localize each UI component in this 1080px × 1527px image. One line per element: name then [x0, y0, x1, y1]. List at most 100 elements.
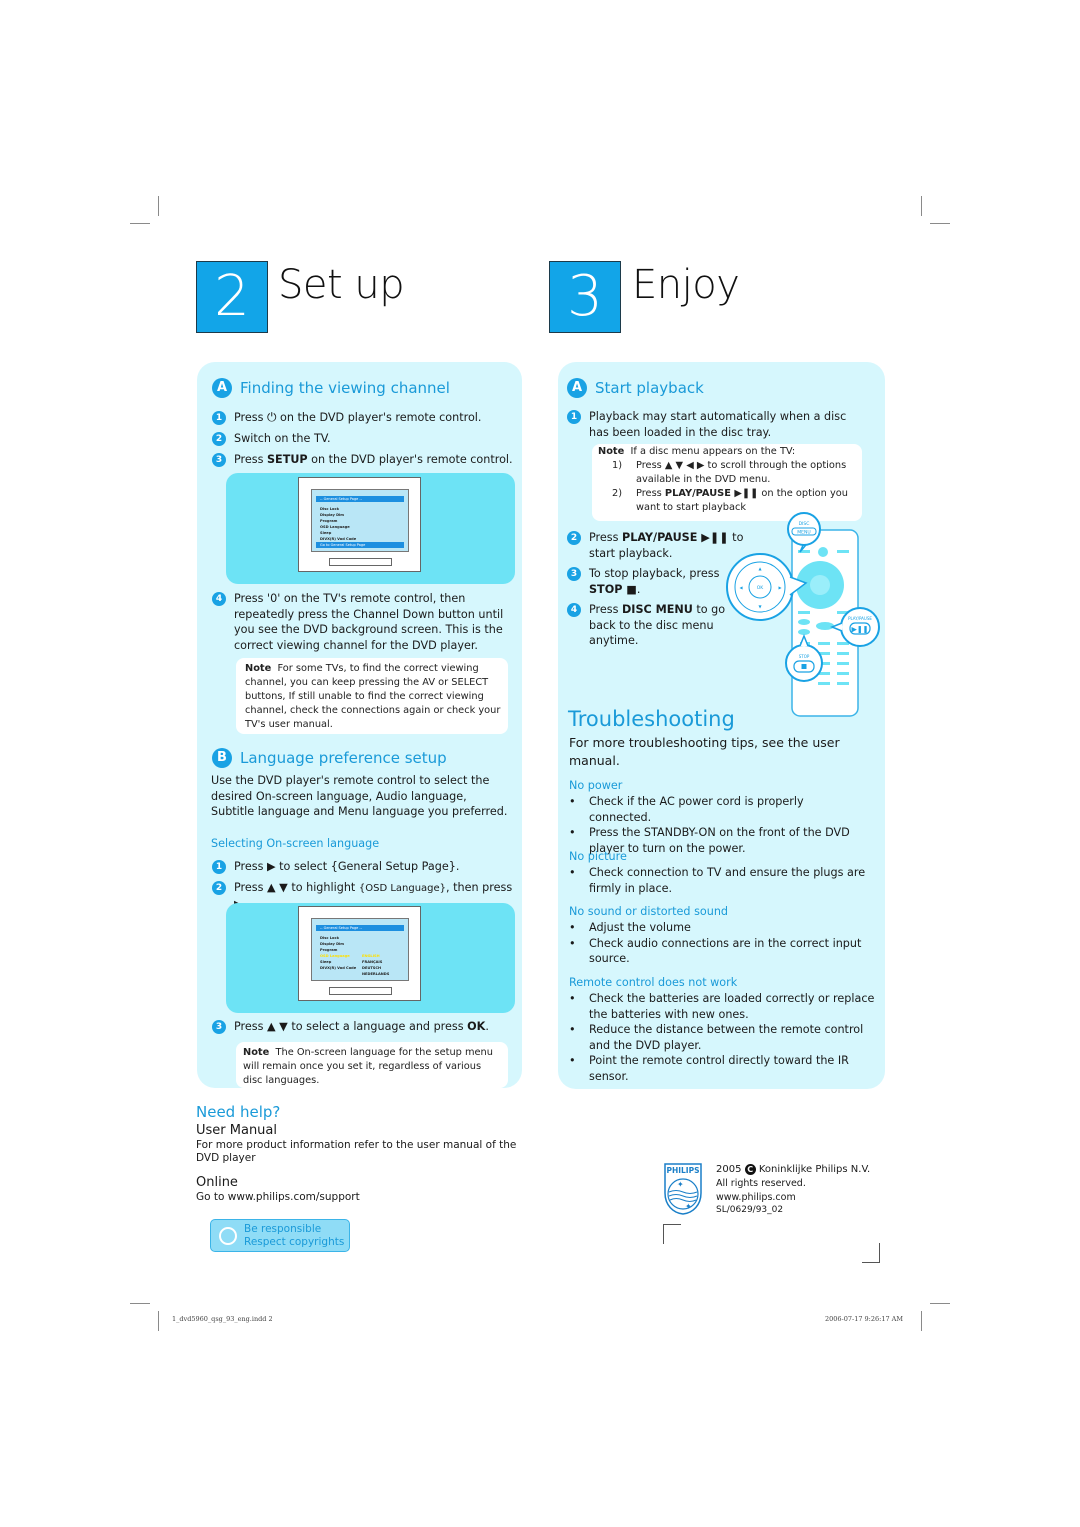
- philips-logo: PHILIPS ✦ ✦: [663, 1163, 703, 1215]
- tv-screen-header: -- General Setup Page --: [316, 925, 404, 931]
- note-text: For some TVs, to find the correct viewin…: [245, 663, 501, 730]
- tv-illustration: -- General Setup Page -- Disc Lock Displ…: [298, 906, 421, 1001]
- stop-icon: [801, 664, 807, 669]
- trouble-heading-no-picture: No picture: [569, 850, 627, 863]
- step-text: To stop playback, press STOP ■.: [589, 567, 720, 596]
- trouble-item: Check connection to TV and ensure the pl…: [567, 865, 867, 896]
- crop-mark: [130, 1303, 150, 1304]
- section-title-enjoy: Enjoy: [632, 262, 740, 308]
- copyright-icon: C: [744, 1164, 756, 1175]
- troubleshooting-intro: For more troubleshooting tips, see the u…: [569, 735, 840, 768]
- nav-ok-label: OK: [757, 585, 765, 591]
- note-label: Note: [243, 1047, 270, 1058]
- help-online-heading: Online: [196, 1175, 238, 1190]
- step-text: Switch on the TV.: [234, 432, 331, 445]
- note-text: The On-screen language for the setup men…: [243, 1047, 493, 1086]
- language-step-3: 3 Press ▲ ▼ to select a language and pre…: [212, 1019, 522, 1035]
- tv-menu-item: Sleep: [320, 960, 332, 964]
- step-text: Press DISC MENU to go back to the disc m…: [589, 603, 726, 647]
- crop-mark: [158, 1311, 159, 1331]
- crop-mark: [930, 1303, 950, 1304]
- philips-shield-icon: PHILIPS ✦ ✦: [664, 1163, 702, 1215]
- remote-button: [837, 550, 849, 553]
- remote-top-button: [818, 547, 828, 557]
- note-onscreen-language: Note The On-screen language for the setu…: [236, 1042, 508, 1088]
- subheading-text: Language preference setup: [240, 749, 447, 767]
- tv-menu-item: Program: [320, 519, 338, 523]
- step-text: Press '0' on the TV's remote control, th…: [234, 592, 504, 652]
- crop-mark: [158, 196, 159, 216]
- help-online-text: Go to www.philips.com/support: [196, 1191, 360, 1203]
- tv-menu-item: Display Dim: [320, 942, 345, 946]
- section-title-setup: Set up: [278, 262, 405, 308]
- svg-text:PHILIPS: PHILIPS: [666, 1166, 699, 1175]
- print-timestamp: 2006-07-17 9:26:17 AM: [825, 1315, 904, 1323]
- crop-mark: [663, 1224, 681, 1225]
- tv-option: NEDERLANDS: [362, 972, 390, 976]
- tv-menu-item: Disc Lock: [320, 507, 340, 511]
- language-step-1: 1 Press ▶ to select {General Setup Page}…: [212, 859, 522, 875]
- tv-menu-item: DIVX(R) Vod Code: [320, 537, 357, 541]
- tv-stand: [329, 987, 392, 995]
- svg-text:✦: ✦: [677, 1180, 684, 1189]
- copyright-line-2: All rights reserved.: [716, 1178, 806, 1189]
- setup-step-3: 3 Press SETUP on the DVD player's remote…: [212, 452, 522, 468]
- tv-option-selected: ENGLISH: [362, 954, 380, 958]
- playback-step-1: 1 Playback may start automatically when …: [567, 409, 857, 440]
- crop-mark: [921, 1311, 922, 1331]
- subheading-finding-channel: A Finding the viewing channel: [212, 378, 450, 398]
- note-item: 1) Press ▲ ▼ ◀ ▶ to scroll through the o…: [612, 460, 847, 485]
- step-text: Playback may start automatically when a …: [589, 410, 847, 439]
- crop-mark: [130, 223, 150, 224]
- tv-menu-item: OSD Language: [320, 525, 350, 529]
- section-number-enjoy: 3: [549, 261, 621, 333]
- note-label: Note: [598, 446, 625, 457]
- subheading-language-setup: B Language preference setup: [212, 748, 447, 768]
- crop-mark: [930, 223, 950, 224]
- step-number: 2: [212, 881, 226, 895]
- badge-line-2: Respect copyrights: [244, 1236, 345, 1248]
- subheading-text: Finding the viewing channel: [240, 379, 450, 397]
- respect-copyrights-badge: Be responsible Respect copyrights: [210, 1219, 350, 1252]
- tv-stand: [329, 558, 392, 566]
- tv-menu-item-highlighted: OSD Language: [320, 954, 350, 958]
- step-number: 2: [212, 432, 226, 446]
- step-number: 1: [212, 411, 226, 425]
- step-text: Press ▶ to select {General Setup Page}.: [234, 860, 460, 873]
- step-number: 3: [567, 567, 581, 581]
- crop-mark: [921, 196, 922, 216]
- tv-option: DEUTSCH: [362, 966, 382, 970]
- subheading-text: Start playback: [595, 379, 704, 397]
- playback-step-4: 4 Press DISC MENU to go back to the disc…: [567, 602, 737, 649]
- note-viewing-channel: Note For some TVs, to find the correct v…: [236, 658, 508, 734]
- power-icon: ⏻: [267, 410, 277, 424]
- tv-menu-item: Display Dim: [320, 513, 345, 517]
- step-number: 1: [212, 860, 226, 874]
- tv-screen: -- General Setup Page -- Disc Lock Displ…: [311, 489, 409, 552]
- remote-button: [798, 619, 810, 625]
- trouble-item: Reduce the distance between the remote c…: [567, 1022, 885, 1053]
- subheading-onscreen-language: Selecting On-screen language: [211, 837, 380, 850]
- tv-menu-item: DIVX(R) Vod Code: [320, 966, 357, 970]
- note-intro: If a disc menu appears on the TV:: [630, 446, 796, 457]
- language-intro: Use the DVD player's remote control to s…: [211, 774, 508, 818]
- section-number-setup: 2: [196, 261, 268, 333]
- tv-menu-item: Program: [320, 948, 338, 952]
- step-number: 2: [567, 531, 581, 545]
- step-number: 3: [212, 1020, 226, 1034]
- play-pause-icon: ▶❚❚: [851, 626, 868, 634]
- remote-play-button: [816, 622, 834, 630]
- trouble-heading-remote: Remote control does not work: [569, 976, 738, 989]
- trouble-list-no-sound: Adjust the volume Check audio connection…: [567, 920, 867, 967]
- remote-ok-button: [810, 575, 830, 595]
- tv-screen-header: -- General Setup Page --: [316, 496, 404, 502]
- tv-screen: -- General Setup Page -- Disc Lock Displ…: [311, 918, 409, 981]
- step-number: 3: [212, 453, 226, 467]
- trouble-heading-no-power: No power: [569, 779, 623, 792]
- help-manual-heading: User Manual: [196, 1123, 278, 1138]
- disc-menu-label: MENU: [797, 530, 810, 536]
- step-number: 4: [567, 603, 581, 617]
- crop-mark: [663, 1224, 664, 1244]
- crop-mark: [862, 1262, 880, 1263]
- letter-badge-a: A: [567, 378, 587, 398]
